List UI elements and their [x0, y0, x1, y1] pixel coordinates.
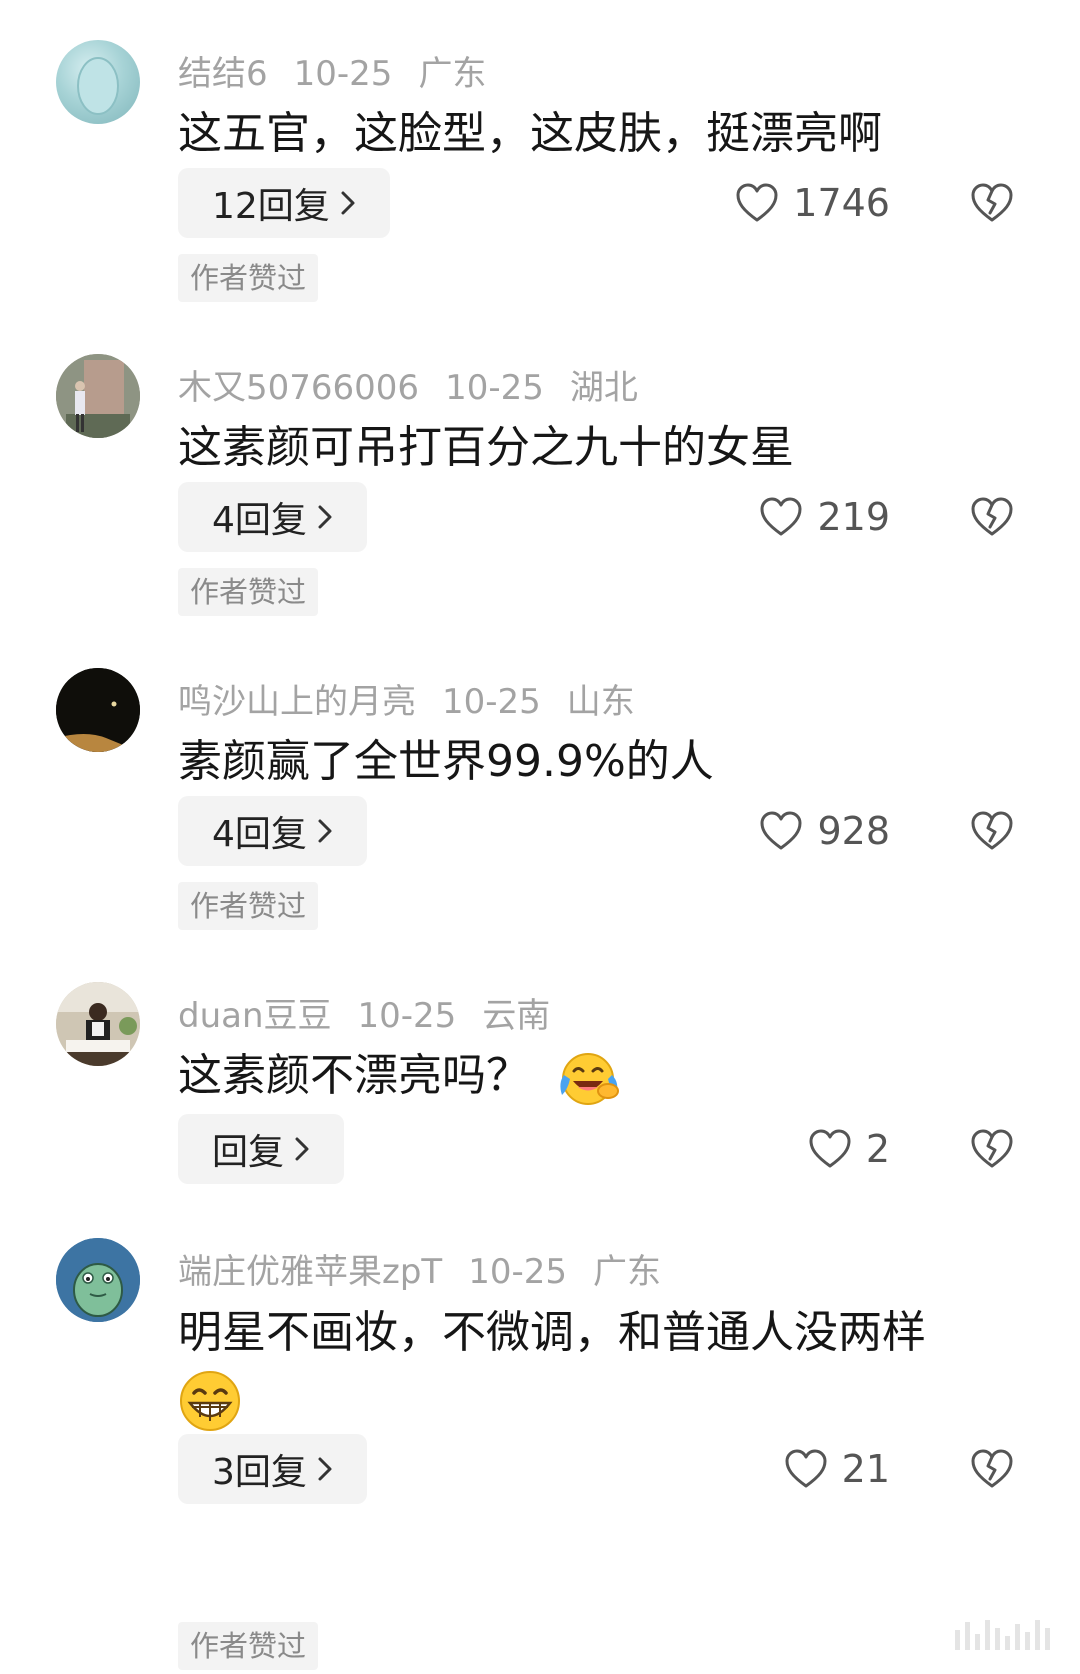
reply-label: 4回复: [212, 500, 307, 541]
comment-meta: 鸣沙山上的月亮 10-25 山东: [178, 674, 661, 723]
comment-text-content: 这素颜可吊打百分之九十的女星: [178, 422, 794, 473]
chevron-right-icon: [341, 191, 355, 215]
comment-text: 这五官，这脸型，这皮肤，挺漂亮啊: [178, 102, 1018, 166]
view-replies-button[interactable]: 3回复: [178, 1434, 367, 1504]
view-replies-button[interactable]: 4回复: [178, 482, 367, 552]
comment-location: 湖北: [569, 368, 638, 408]
username[interactable]: duan豆豆: [178, 996, 332, 1036]
dislike-button[interactable]: [970, 1434, 1018, 1504]
like-button[interactable]: 1746: [735, 168, 890, 238]
dislike-button[interactable]: [970, 796, 1018, 866]
username[interactable]: 结结6: [178, 54, 268, 94]
broken-heart-icon: [971, 183, 1013, 222]
like-button[interactable]: 928: [759, 796, 890, 866]
reply-label: 4回复: [212, 814, 307, 855]
comment-date: 10-25: [468, 1252, 567, 1292]
chevron-right-icon: [318, 819, 332, 843]
comment-date: 10-25: [445, 368, 544, 408]
author-liked-badge: 作者赞过: [178, 568, 319, 616]
like-button[interactable]: 219: [759, 482, 890, 552]
heart-outline-icon: [736, 183, 778, 222]
like-count: 928: [817, 809, 890, 853]
avatar[interactable]: [56, 982, 140, 1066]
heart-outline-icon: [809, 1129, 851, 1168]
watermark-bars: [955, 1620, 1050, 1650]
comment-text-content: 明星不画妆，不微调，和普通人没两样: [178, 1307, 926, 1358]
comment-text-content: 素颜赢了全世界99.9%的人: [178, 736, 714, 787]
dislike-button[interactable]: [970, 168, 1018, 238]
comment-date: 10-25: [357, 996, 457, 1036]
broken-heart-icon: [971, 497, 1013, 536]
like-count: 219: [817, 495, 890, 539]
comment-location: 山东: [566, 682, 635, 722]
comment-meta: 端庄优雅苹果zpT 10-25 广东: [178, 1244, 687, 1293]
broken-heart-icon: [971, 811, 1013, 850]
heart-outline-icon: [760, 497, 802, 536]
comment-meta: 木又50766006 10-25 湖北: [178, 360, 664, 409]
chevron-right-icon: [318, 1457, 332, 1481]
reply-label: 3回复: [212, 1452, 307, 1493]
like-count: 1746: [793, 181, 890, 225]
like-count: 21: [841, 1447, 890, 1491]
comment-meta: 结结6 10-25 广东: [178, 46, 512, 95]
author-liked-badge: 作者赞过: [178, 1622, 319, 1670]
username[interactable]: 木又50766006: [178, 368, 419, 408]
dislike-button[interactable]: [970, 1114, 1018, 1184]
comment-text: 这素颜可吊打百分之九十的女星: [178, 416, 1018, 480]
like-button[interactable]: 2: [808, 1114, 890, 1184]
chevron-right-icon: [318, 505, 332, 529]
comment-location: 云南: [482, 996, 551, 1036]
heart-outline-icon: [760, 811, 802, 850]
chevron-right-icon: [295, 1137, 309, 1161]
broken-heart-icon: [971, 1449, 1013, 1488]
like-count: 2: [865, 1127, 890, 1171]
reply-label: 回复: [212, 1132, 285, 1173]
view-replies-button[interactable]: 4回复: [178, 796, 367, 866]
comment-text-content: 这素颜不漂亮吗？: [178, 1050, 530, 1101]
author-liked-badge: 作者赞过: [178, 882, 319, 930]
comment-location: 广东: [418, 54, 487, 94]
username[interactable]: 端庄优雅苹果zpT: [178, 1252, 442, 1292]
comment-text-content: 这五官，这脸型，这皮肤，挺漂亮啊: [178, 108, 882, 159]
author-liked-badge: 作者赞过: [178, 254, 319, 302]
laughing-crying-emoji: [560, 1053, 619, 1105]
reply-label: 12回复: [212, 186, 330, 227]
username[interactable]: 鸣沙山上的月亮: [178, 682, 416, 722]
grinning-emoji: [180, 1371, 240, 1431]
heart-outline-icon: [785, 1449, 827, 1488]
comment-meta: duan豆豆 10-25 云南: [178, 988, 576, 1037]
like-button[interactable]: 21: [784, 1434, 890, 1504]
comment-text: 素颜赢了全世界99.9%的人: [178, 730, 1018, 794]
comment-text: 明星不画妆，不微调，和普通人没两样: [178, 1300, 1018, 1433]
avatar[interactable]: [56, 1238, 140, 1322]
view-replies-button[interactable]: 12回复: [178, 168, 390, 238]
avatar[interactable]: [56, 40, 140, 124]
broken-heart-icon: [971, 1129, 1013, 1168]
comment-location: 广东: [593, 1252, 661, 1292]
view-replies-button[interactable]: 回复: [178, 1114, 345, 1184]
dislike-button[interactable]: [970, 482, 1018, 552]
comment-date: 10-25: [442, 682, 541, 722]
comment-text: 这素颜不漂亮吗？: [178, 1044, 1018, 1108]
avatar[interactable]: [56, 668, 140, 752]
comment-date: 10-25: [293, 54, 393, 94]
avatar[interactable]: [56, 354, 140, 438]
